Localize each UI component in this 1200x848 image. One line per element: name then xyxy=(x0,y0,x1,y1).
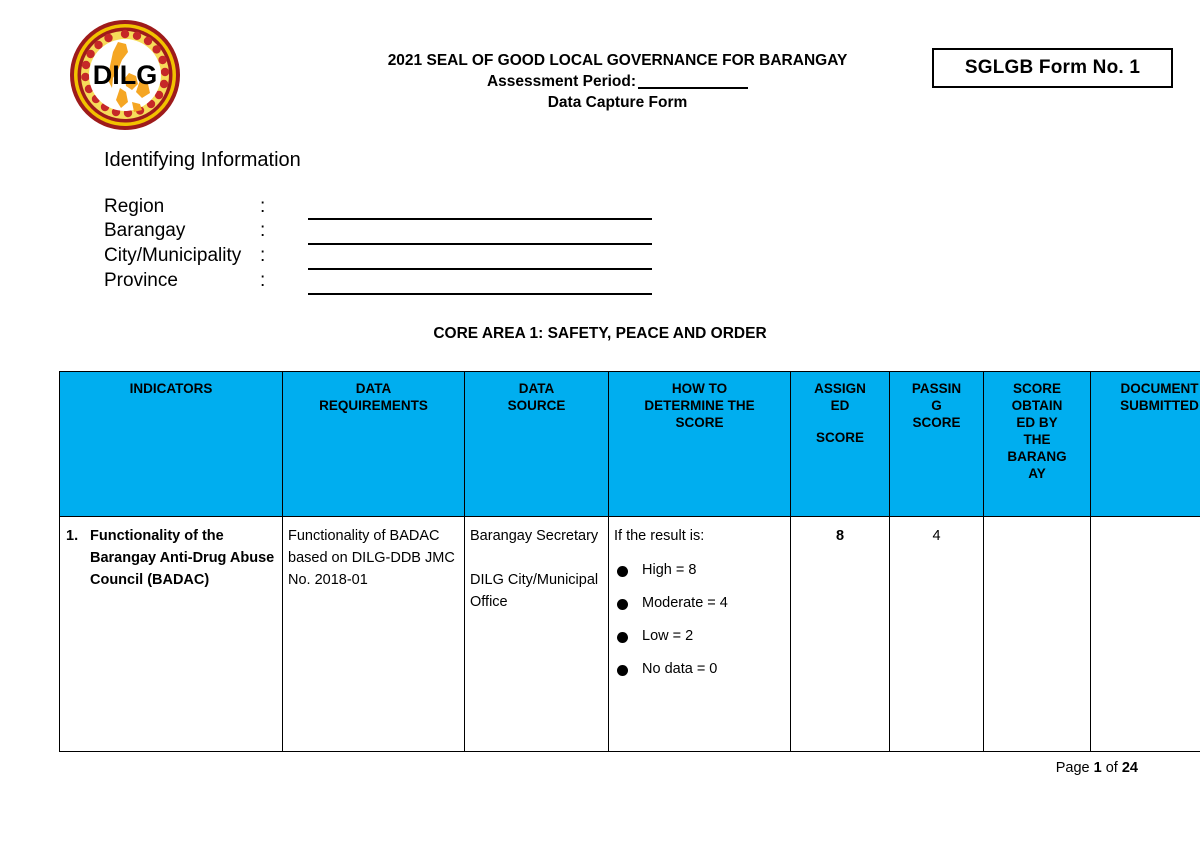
cell-assigned-score: 8 xyxy=(790,516,890,752)
indicator-number: 1. xyxy=(66,528,79,544)
ident-colon-barangay: : xyxy=(260,220,266,241)
col-assigned-line1: ASSIGN xyxy=(814,381,866,396)
cell-indicator: 1. Functionality of the Barangay Anti-Dr… xyxy=(59,516,283,752)
column-header-passing-score: PASSIN G SCORE xyxy=(889,371,984,517)
header-line-assessment-period: Assessment Period: xyxy=(200,71,1035,92)
core-area-title: CORE AREA 1: SAFETY, PEACE AND ORDER xyxy=(433,325,767,342)
list-item: High = 8 xyxy=(614,559,785,581)
ident-row-province: Province : xyxy=(104,269,652,295)
column-header-document-submitted: DOCUMENT SUBMITTED xyxy=(1090,371,1200,517)
col-doc-line1: DOCUMENT xyxy=(1120,381,1199,396)
col-obtained-line6: AY xyxy=(1028,466,1046,481)
column-header-assigned-score: ASSIGN ED SCORE xyxy=(790,371,890,517)
list-item: Moderate = 4 xyxy=(614,592,785,614)
identifying-information-title: Identifying Information xyxy=(104,149,301,171)
table-header-row: INDICATORS DATA REQUIREMENTS DATA SOURCE… xyxy=(59,371,1200,517)
column-header-data-requirements: DATA REQUIREMENTS xyxy=(282,371,465,517)
identifying-information-fields: Region : Barangay : City/Municipality : … xyxy=(104,195,652,295)
data-source-secondary: DILG City/Municipal Office xyxy=(470,572,599,610)
column-header-how-to-determine-the-score: HOW TO DETERMINE THE SCORE xyxy=(608,371,791,517)
cell-data-source: Barangay Secretary DILG City/Municipal O… xyxy=(464,516,609,752)
indicator-text: Functionality of the Barangay Anti-Drug … xyxy=(90,528,275,588)
col-assigned-spacer xyxy=(796,414,884,429)
ident-label-province: Province xyxy=(104,270,178,291)
ident-input-province[interactable] xyxy=(308,269,652,295)
col-passing-line1: PASSIN xyxy=(911,381,962,396)
col-src-line1: DATA xyxy=(518,381,555,396)
header-line-title: 2021 SEAL OF GOOD LOCAL GOVERNANCE FOR B… xyxy=(387,52,848,69)
list-item: Low = 2 xyxy=(614,625,785,647)
page-footer-separator: of xyxy=(1105,760,1118,776)
ident-colon-city-municipality: : xyxy=(260,245,266,266)
col-obtained-line4: THE xyxy=(1023,432,1051,447)
ident-row-city-municipality: City/Municipality : xyxy=(104,244,652,270)
col-src-line2: SOURCE xyxy=(507,398,566,413)
page-footer-current: 1 xyxy=(1093,760,1102,776)
indicators-table: INDICATORS DATA REQUIREMENTS DATA SOURCE… xyxy=(59,371,1200,752)
data-source-primary: Barangay Secretary xyxy=(470,528,599,544)
cell-data-requirements: Functionality of BADAC based on DILG-DDB… xyxy=(282,516,465,752)
ident-label-region: Region xyxy=(104,196,165,217)
assessment-period-label: Assessment Period: xyxy=(486,73,637,90)
col-obtained-line1: SCORE xyxy=(1012,381,1061,396)
cell-passing-score: 4 xyxy=(889,516,984,752)
ident-row-region: Region : xyxy=(104,195,652,220)
form-number-box: SGLGB Form No. 1 xyxy=(932,48,1173,88)
document-header: 2021 SEAL OF GOOD LOCAL GOVERNANCE FOR B… xyxy=(200,50,1035,113)
col-how-line2: DETERMINE THE xyxy=(644,398,755,413)
col-obtained-line2: OBTAIN xyxy=(1011,398,1063,413)
ident-label-city-municipality: City/Municipality xyxy=(104,245,242,266)
page-footer: Page 1 of 24 xyxy=(1056,760,1138,776)
col-how-line3: SCORE xyxy=(675,415,724,430)
assessment-period-blank[interactable] xyxy=(638,87,749,89)
cell-document-submitted[interactable] xyxy=(1090,516,1200,752)
col-how-line1: HOW TO xyxy=(671,381,728,396)
data-source-spacer xyxy=(470,547,603,569)
cell-score-obtained[interactable] xyxy=(983,516,1091,752)
ident-row-barangay: Barangay : xyxy=(104,219,652,245)
col-obtained-line3: ED BY xyxy=(1016,415,1058,430)
ident-colon-province: : xyxy=(260,270,266,291)
col-passing-line3: SCORE xyxy=(912,415,961,430)
form-number-label: SGLGB Form No. 1 xyxy=(964,57,1141,78)
col-req-line2: REQUIREMENTS xyxy=(319,398,428,413)
column-header-data-source: DATA SOURCE xyxy=(464,371,609,517)
ident-input-region[interactable] xyxy=(308,195,652,220)
table-row: 1. Functionality of the Barangay Anti-Dr… xyxy=(59,516,1200,752)
ident-input-city-municipality[interactable] xyxy=(308,244,652,270)
list-item: No data = 0 xyxy=(614,658,785,680)
column-header-indicators: INDICATORS xyxy=(59,371,283,517)
dilg-seal-logo: DILG xyxy=(68,18,182,132)
col-obtained-line5: BARANG xyxy=(1007,449,1067,464)
page-footer-prefix: Page xyxy=(1055,760,1090,776)
how-to-intro: If the result is: xyxy=(614,528,705,544)
score-criteria-list: High = 8 Moderate = 4 Low = 2 No data = … xyxy=(614,559,785,680)
col-passing-line2: G xyxy=(931,398,942,413)
col-assigned-line4: SCORE xyxy=(815,430,864,445)
ident-colon-region: : xyxy=(260,196,266,217)
column-header-score-obtained-by-the-barangay: SCORE OBTAIN ED BY THE BARANG AY xyxy=(983,371,1091,517)
col-doc-line2: SUBMITTED xyxy=(1120,398,1199,413)
ident-label-barangay: Barangay xyxy=(104,220,186,241)
ident-input-barangay[interactable] xyxy=(308,219,652,245)
svg-text:DILG: DILG xyxy=(93,60,158,90)
header-line-form-type: Data Capture Form xyxy=(547,94,688,111)
col-assigned-line2: ED xyxy=(830,398,850,413)
page-footer-total: 24 xyxy=(1121,760,1138,776)
col-req-line1: DATA xyxy=(355,381,392,396)
cell-how-to-determine-the-score: If the result is: High = 8 Moderate = 4 … xyxy=(608,516,791,752)
col-indicators-line1: INDICATORS xyxy=(129,381,213,396)
